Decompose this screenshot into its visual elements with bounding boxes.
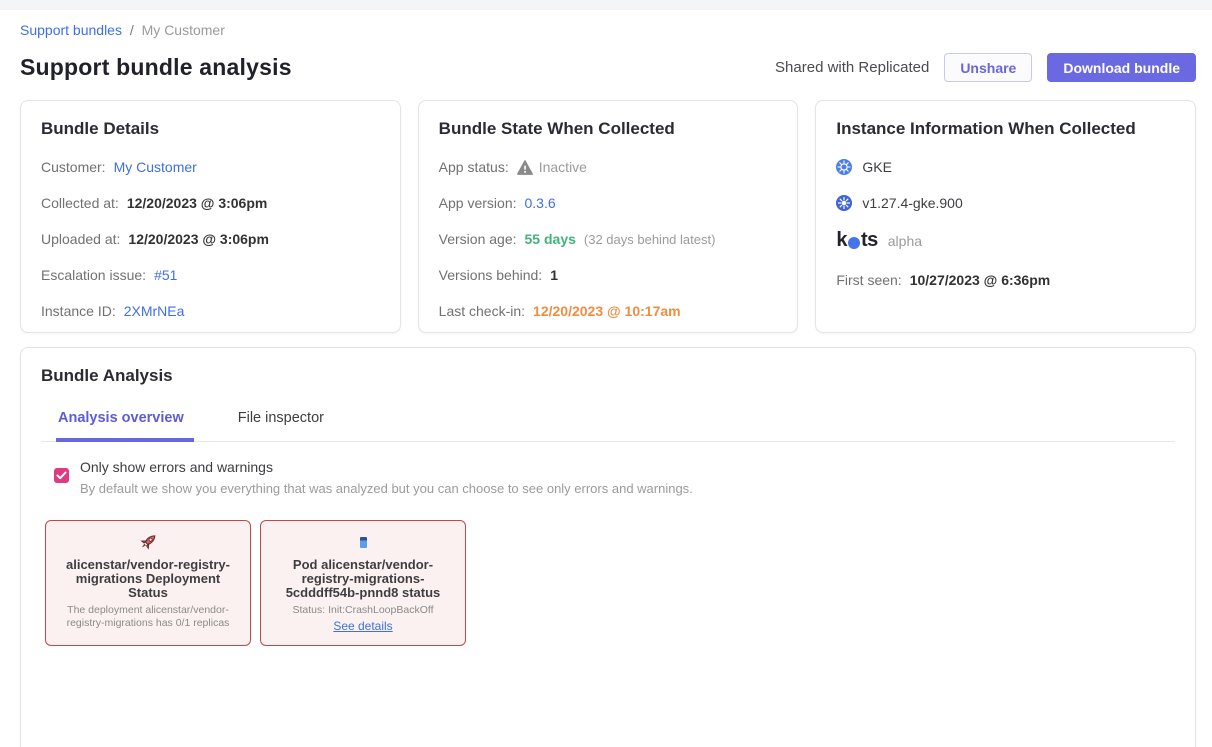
page: Support bundles / My Customer Support bu… xyxy=(0,22,1212,747)
breadcrumb-link-support-bundles[interactable]: Support bundles xyxy=(20,22,122,38)
app-version-link[interactable]: 0.3.6 xyxy=(525,195,556,211)
first-seen-label: First seen: xyxy=(836,272,901,288)
customer-label: Customer: xyxy=(41,159,106,175)
instance-info-title: Instance Information When Collected xyxy=(836,119,1175,139)
detail-row-collected-at: Collected at: 12/20/2023 @ 3:06pm xyxy=(41,195,380,211)
version-age-note: (32 days behind latest) xyxy=(584,232,716,247)
tab-analysis-overview[interactable]: Analysis overview xyxy=(56,410,194,442)
see-details-link[interactable]: See details xyxy=(333,619,392,633)
last-checkin-label: Last check-in: xyxy=(439,303,525,319)
filter-text: Only show errors and warnings By default… xyxy=(80,459,693,496)
state-row-app-status: App status: Inactive xyxy=(439,159,778,175)
customer-link[interactable]: My Customer xyxy=(114,159,197,175)
bundle-analysis-title: Bundle Analysis xyxy=(41,366,1175,386)
state-row-last-checkin: Last check-in: 12/20/2023 @ 10:17am xyxy=(439,303,778,319)
detail-row-escalation-issue: Escalation issue: #51 xyxy=(41,267,380,283)
version-age-value: 55 days xyxy=(525,231,576,247)
uploaded-at-value: 12/20/2023 @ 3:06pm xyxy=(128,231,269,247)
issue-message: Status: Init:CrashLoopBackOff xyxy=(268,604,458,617)
first-seen-value: 10/27/2023 @ 6:36pm xyxy=(910,272,1051,288)
escalation-issue-label: Escalation issue: xyxy=(41,267,146,283)
issue-title: Pod alicenstar/vendor-registry-migration… xyxy=(272,558,454,600)
kots-channel: alpha xyxy=(888,233,922,249)
filter-label: Only show errors and warnings xyxy=(80,459,693,475)
bundle-details-title: Bundle Details xyxy=(41,119,380,139)
escalation-issue-link[interactable]: #51 xyxy=(154,267,177,283)
state-row-versions-behind: Versions behind: 1 xyxy=(439,267,778,283)
k8s-version-value: v1.27.4-gke.900 xyxy=(862,195,962,211)
instance-row-kots: kts alpha xyxy=(836,229,1175,252)
bundle-state-card: Bundle State When Collected App status: … xyxy=(418,100,799,333)
issues-row: alicenstar/vendor-registry-migrations De… xyxy=(45,520,1175,646)
version-age-label: Version age: xyxy=(439,231,517,247)
instance-row-distribution: GKE xyxy=(836,159,1175,175)
bundle-state-title: Bundle State When Collected xyxy=(439,119,778,139)
detail-row-customer: Customer: My Customer xyxy=(41,159,380,175)
issue-title: alicenstar/vendor-registry-migrations De… xyxy=(57,558,239,600)
breadcrumb: Support bundles / My Customer xyxy=(20,22,1196,38)
kots-letter-k: k xyxy=(836,229,847,252)
instance-row-first-seen: First seen: 10/27/2023 @ 6:36pm xyxy=(836,272,1175,288)
issue-card-deployment-status[interactable]: alicenstar/vendor-registry-migrations De… xyxy=(45,520,251,646)
issue-message: The deployment alicenstar/vendor-registr… xyxy=(53,604,243,630)
breadcrumb-separator: / xyxy=(130,22,134,38)
gke-distribution-icon xyxy=(836,159,852,175)
app-version-label: App version: xyxy=(439,195,517,211)
analysis-tabs: Analysis overview File inspector xyxy=(41,410,1175,442)
kots-o-dot xyxy=(848,237,860,249)
page-title: Support bundle analysis xyxy=(20,54,292,81)
versions-behind-label: Versions behind: xyxy=(439,267,543,283)
filter-description: By default we show you everything that w… xyxy=(80,481,693,496)
instance-row-k8s-version: v1.27.4-gke.900 xyxy=(836,195,1175,211)
kots-logo: kts xyxy=(836,229,877,252)
versions-behind-value: 1 xyxy=(550,267,558,283)
state-row-version-age: Version age: 55 days (32 days behind lat… xyxy=(439,231,778,247)
breadcrumb-current: My Customer xyxy=(142,22,225,38)
distribution-value: GKE xyxy=(862,159,892,175)
warning-triangle-icon xyxy=(517,160,533,175)
top-strip xyxy=(0,0,1212,10)
detail-row-uploaded-at: Uploaded at: 12/20/2023 @ 3:06pm xyxy=(41,231,380,247)
shared-status-text: Shared with Replicated xyxy=(775,59,929,76)
state-row-app-version: App version: 0.3.6 xyxy=(439,195,778,211)
kubernetes-version-icon xyxy=(836,195,852,211)
tab-file-inspector[interactable]: File inspector xyxy=(236,410,334,442)
last-checkin-value: 12/20/2023 @ 10:17am xyxy=(533,303,681,319)
detail-row-instance-id: Instance ID: 2XMrNEa xyxy=(41,303,380,319)
app-status-label: App status: xyxy=(439,159,509,175)
rocket-icon xyxy=(137,531,159,553)
collected-at-value: 12/20/2023 @ 3:06pm xyxy=(127,195,268,211)
bundle-details-card: Bundle Details Customer: My Customer Col… xyxy=(20,100,401,333)
download-bundle-button[interactable]: Download bundle xyxy=(1047,53,1196,82)
unshare-button[interactable]: Unshare xyxy=(944,53,1032,82)
uploaded-at-label: Uploaded at: xyxy=(41,231,120,247)
header-actions: Shared with Replicated Unshare Download … xyxy=(775,53,1196,82)
info-cards-row: Bundle Details Customer: My Customer Col… xyxy=(20,100,1196,333)
collected-at-label: Collected at: xyxy=(41,195,119,211)
instance-id-label: Instance ID: xyxy=(41,303,116,319)
app-status-value: Inactive xyxy=(539,159,587,175)
errors-filter: Only show errors and warnings By default… xyxy=(54,459,1175,496)
page-header: Support bundle analysis Shared with Repl… xyxy=(20,53,1196,82)
pod-icon xyxy=(360,531,367,553)
only-errors-checkbox[interactable] xyxy=(54,468,69,483)
issue-card-pod-status[interactable]: Pod alicenstar/vendor-registry-migration… xyxy=(260,520,466,646)
bundle-analysis-card: Bundle Analysis Analysis overview File i… xyxy=(20,347,1196,747)
instance-info-card: Instance Information When Collected GKE … xyxy=(815,100,1196,333)
kots-letters-ts: ts xyxy=(861,229,878,252)
instance-id-link[interactable]: 2XMrNEa xyxy=(124,303,185,319)
